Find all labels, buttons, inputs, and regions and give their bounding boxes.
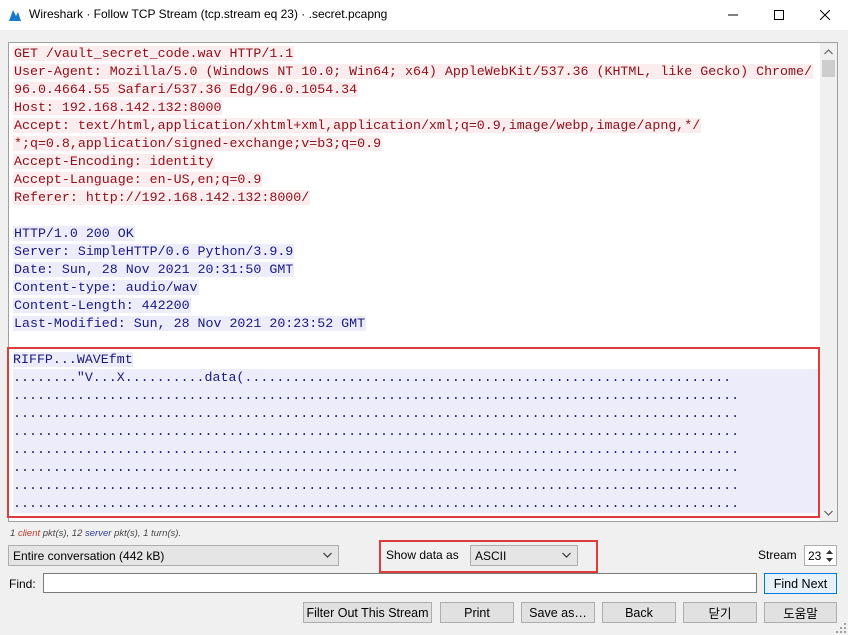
scroll-up-button[interactable]: [820, 43, 837, 60]
chevron-down-icon: [323, 552, 332, 558]
stream-label: Stream: [758, 548, 797, 562]
window-title: Wireshark · Follow TCP Stream (tcp.strea…: [29, 7, 388, 21]
spin-down-button[interactable]: [824, 555, 835, 564]
chevron-down-icon: [562, 552, 571, 558]
client-line: Accept: text/html,application/xhtml+xml,…: [13, 118, 702, 133]
show-data-select[interactable]: ASCII: [470, 545, 578, 566]
close-button[interactable]: 닫기: [683, 602, 757, 623]
triangle-down-icon: [826, 557, 833, 562]
wireshark-fin-icon: [9, 10, 21, 21]
find-input[interactable]: [43, 573, 757, 593]
wav-data-line: ........"V...X..........data(...........…: [13, 369, 819, 387]
server-line: Content-Length: 442200: [13, 298, 191, 313]
client-line: Accept-Encoding: identity: [13, 154, 215, 169]
minimize-icon: [728, 14, 738, 16]
minimize-button[interactable]: [710, 0, 756, 30]
print-button[interactable]: Print: [440, 602, 514, 623]
maximize-button[interactable]: [756, 0, 802, 30]
client-line: Accept-Language: en-US,en;q=0.9: [13, 172, 263, 187]
stream-content-pane[interactable]: GET /vault_secret_code.wav HTTP/1.1 User…: [8, 42, 838, 522]
wav-data-line: ........................................…: [13, 495, 819, 513]
close-icon: [820, 10, 830, 20]
client-line: Host: 192.168.142.132:8000: [13, 100, 223, 115]
triangle-up-icon: [826, 549, 833, 554]
conversation-select[interactable]: Entire conversation (442 kB): [8, 545, 339, 566]
find-next-button[interactable]: Find Next: [764, 573, 837, 594]
wav-data-line: ........................................…: [13, 387, 819, 405]
wav-data-line: ........................................…: [13, 477, 819, 495]
server-line: Date: Sun, 28 Nov 2021 20:31:50 GMT: [13, 262, 295, 277]
show-data-label: Show data as: [386, 548, 459, 562]
client-line: 96.0.4664.55 Safari/537.36 Edg/96.0.1054…: [13, 82, 359, 97]
server-line: HTTP/1.0 200 OK: [13, 226, 135, 241]
find-label: Find:: [9, 577, 36, 591]
wav-data-line: ........................................…: [13, 423, 819, 441]
client-line: Referer: http://192.168.142.132:8000/: [13, 190, 311, 205]
wav-data-line: ........................................…: [13, 459, 819, 477]
wav-data-line: ........................................…: [13, 405, 819, 423]
scroll-down-button[interactable]: [820, 504, 837, 521]
save-as-button[interactable]: Save as…: [521, 602, 595, 623]
chevron-up-icon: [824, 48, 833, 54]
wav-data-line: RIFFP...WAVEfmt: [13, 352, 133, 367]
help-button[interactable]: 도움말: [764, 602, 837, 623]
title-bar: Wireshark · Follow TCP Stream (tcp.strea…: [0, 0, 848, 30]
chevron-down-icon: [824, 510, 833, 516]
server-line: Server: SimpleHTTP/0.6 Python/3.9.9: [13, 244, 295, 259]
client-line: GET /vault_secret_code.wav HTTP/1.1: [13, 46, 295, 61]
packet-stats: 1 client pkt(s), 12 server pkt(s), 1 tur…: [10, 528, 182, 539]
close-window-button[interactable]: [802, 0, 848, 30]
stream-text: GET /vault_secret_code.wav HTTP/1.1 User…: [13, 45, 819, 513]
maximize-icon: [774, 10, 784, 20]
filter-out-stream-button[interactable]: Filter Out This Stream: [303, 602, 432, 623]
scroll-thumb[interactable]: [822, 60, 835, 77]
resize-grip-icon[interactable]: [836, 623, 846, 633]
vertical-scrollbar[interactable]: [820, 43, 837, 521]
wav-data-line: ........................................…: [13, 441, 819, 459]
server-line: Last-Modified: Sun, 28 Nov 2021 20:23:52…: [13, 316, 367, 331]
client-line: User-Agent: Mozilla/5.0 (Windows NT 10.0…: [13, 64, 813, 79]
back-button[interactable]: Back: [602, 602, 676, 623]
client-line: *;q=0.8,application/signed-exchange;v=b3…: [13, 136, 383, 151]
server-line: Content-type: audio/wav: [13, 280, 199, 295]
stream-number-spinbox[interactable]: 23: [804, 545, 837, 566]
